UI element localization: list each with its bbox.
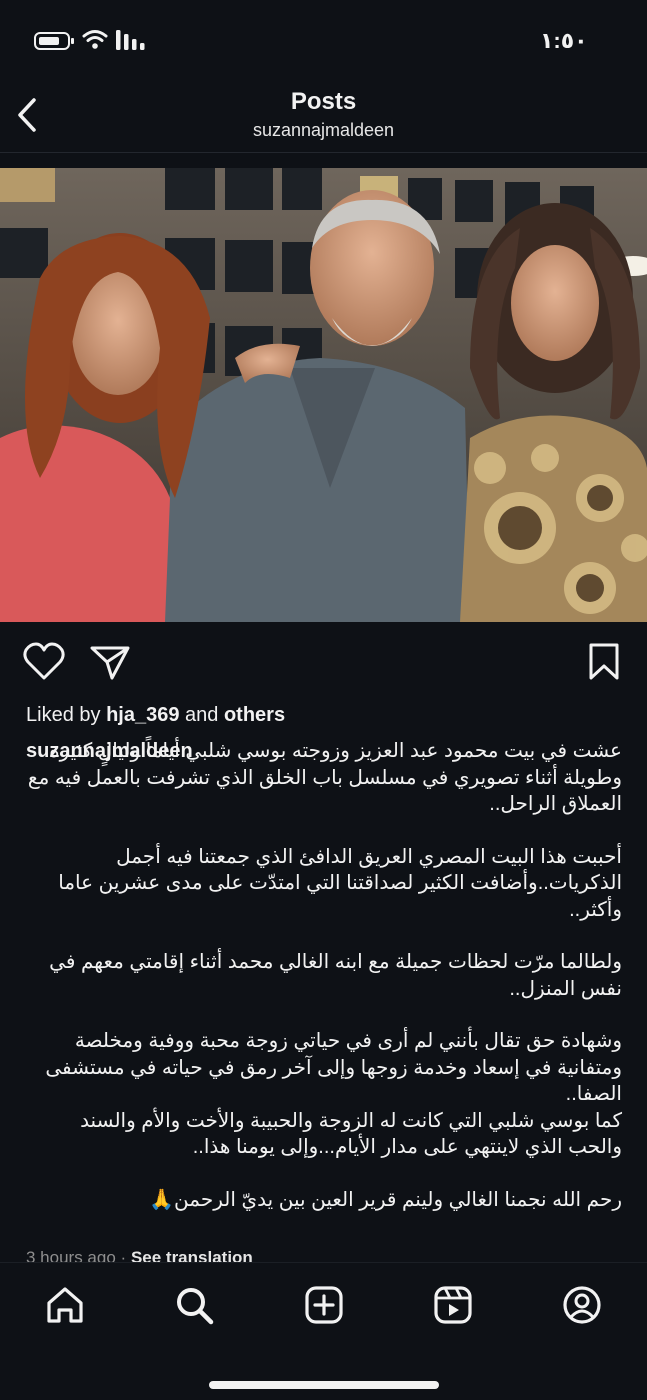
like-heart-icon[interactable] [22,640,66,684]
post-photo-image [0,168,647,622]
likes-prefix: Liked by [26,704,101,726]
caption-paragraph-1: عشت في بيت محمود عبد العزيز وزوجته بوسي … [27,740,622,815]
caption-paragraph-5: كما بوسي شلبي التي كانت له الزوجة والحبي… [80,1109,622,1159]
page-title: Posts [290,88,357,115]
instagram-post-screen: ١:٥٠ Posts suzannajmaldeen Liked by hja_… [0,0,647,1400]
save-bookmark-icon[interactable] [584,640,624,684]
liked-by-user[interactable]: hja_369 [106,704,179,726]
status-time: ١:٥٠ [540,28,588,53]
post-photo[interactable] [0,168,647,622]
likes-others[interactable]: others [224,704,285,726]
header-username[interactable]: suzannajmaldeen [0,120,647,141]
status-bar: ١:٥٠ [0,0,647,80]
wifi-icon [82,30,108,49]
caption-paragraph-3: ولطالما مرّت لحظات جميلة مع ابنه الغالي … [49,951,622,1000]
create-post-icon[interactable] [302,1283,346,1327]
profile-icon[interactable] [560,1283,604,1327]
post-caption: عشت في بيت محمود عبد العزيز وزوجته بوسي … [24,738,622,1213]
header-divider [0,152,647,153]
caption-paragraph-2: أحببت هذا البيت المصري العريق الدافئ الذ… [58,845,622,921]
battery-icon [34,32,74,50]
reels-icon[interactable] [431,1283,475,1327]
likes-summary[interactable]: Liked by hja_369 and others [26,704,285,727]
search-icon[interactable] [172,1283,216,1327]
post-header: Posts suzannajmaldeen [0,80,647,150]
bottom-navigation [0,1262,647,1400]
share-send-icon[interactable] [88,640,132,684]
likes-middle: and [185,704,219,726]
home-icon[interactable] [43,1283,87,1327]
caption-paragraph-4: وشهادة حق تقال بأنني لم أرى في حياتي زوج… [45,1030,622,1105]
home-indicator[interactable] [209,1381,439,1389]
post-actions [0,640,647,690]
caption-paragraph-6: رحم الله نجمنا الغالي ولينم قرير العين ب… [149,1188,622,1211]
cellular-signal-icon [116,30,145,50]
